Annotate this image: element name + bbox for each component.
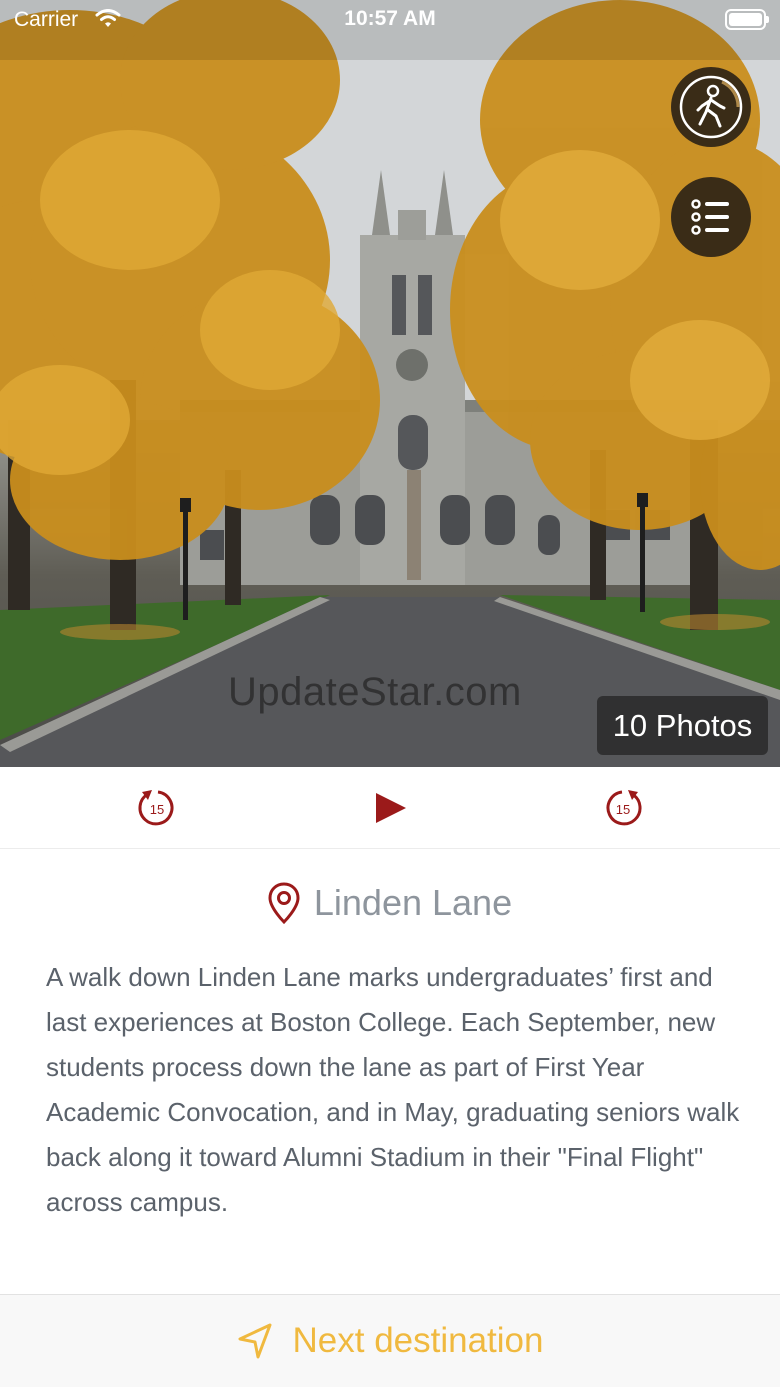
forward-15-icon: 15: [606, 790, 642, 826]
battery-icon: [725, 9, 769, 30]
svg-text:15: 15: [150, 802, 164, 817]
forward-15-button[interactable]: 15: [602, 786, 646, 830]
walking-tour-button[interactable]: [671, 67, 751, 147]
status-time: 10:57 AM: [344, 7, 436, 30]
location-pin-icon: [268, 882, 300, 924]
rewind-15-icon: 15: [138, 790, 174, 826]
play-icon: [376, 793, 406, 823]
svg-text:15: 15: [616, 802, 630, 817]
navigation-arrow-icon: [237, 1322, 273, 1360]
status-bar: Carrier 10:57 AM: [0, 0, 780, 40]
location-photo[interactable]: UpdateStar.com 10 Photos: [0, 0, 780, 767]
next-destination-button[interactable]: Next destination: [0, 1294, 780, 1387]
list-icon: [691, 199, 729, 235]
rewind-15-button[interactable]: 15: [134, 786, 178, 830]
stops-list-button[interactable]: [671, 177, 751, 257]
photos-count-badge[interactable]: 10 Photos: [597, 696, 768, 755]
walking-person-icon: [679, 75, 743, 139]
screen: UpdateStar.com 10 Photos Carrier 10:57 A…: [0, 0, 780, 1387]
play-button[interactable]: [367, 786, 411, 830]
campus-photo-illustration: [0, 0, 780, 767]
location-description: A walk down Linden Lane marks undergradu…: [46, 962, 740, 1217]
audio-controls: 15 15: [0, 767, 780, 849]
location-title: Linden Lane: [313, 882, 513, 923]
next-destination-label: Next destination: [292, 1321, 544, 1360]
location-header: Linden Lane: [0, 878, 780, 928]
watermark-text: UpdateStar.com: [228, 670, 522, 714]
